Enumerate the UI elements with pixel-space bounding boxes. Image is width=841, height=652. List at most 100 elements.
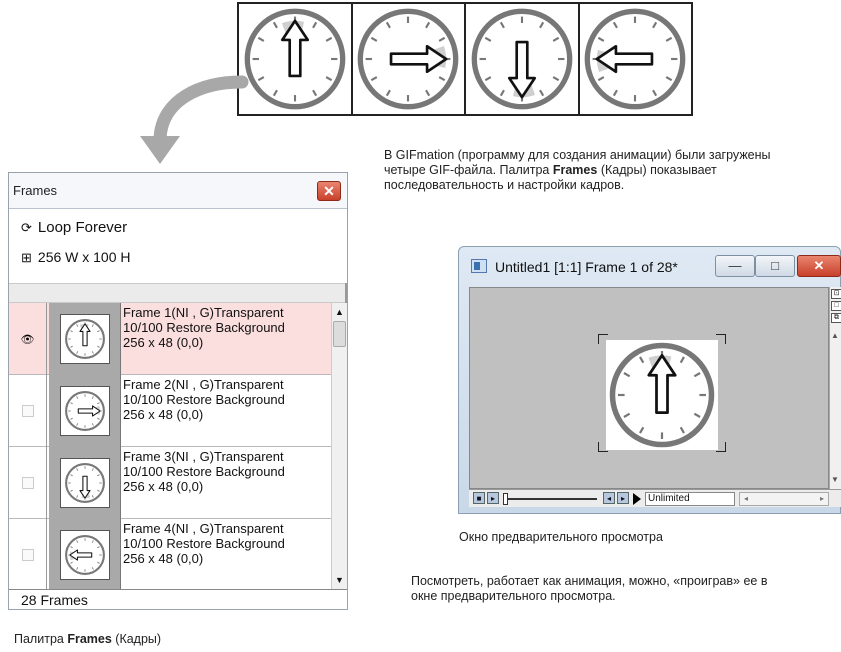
dimensions-icon: ⊞ bbox=[21, 250, 32, 265]
slider-knob[interactable] bbox=[503, 493, 508, 505]
frame-thumbnail bbox=[49, 303, 121, 375]
frames-palette-titlebar[interactable]: Frames ✕ bbox=[9, 173, 347, 209]
clock-up-icon bbox=[609, 342, 715, 448]
frame-row[interactable]: Frame 4(NI , G)Transparent 10/100 Restor… bbox=[9, 519, 331, 589]
visibility-toggle[interactable] bbox=[9, 375, 47, 447]
canvas-size-setting[interactable]: ⊞ 256 W x 100 H bbox=[21, 249, 131, 266]
scroll-down-icon[interactable]: ▼ bbox=[332, 573, 347, 587]
frames-footer: 28 Frames bbox=[9, 589, 347, 609]
preview-side-scrollbar[interactable]: ⊡ □ ⧉ ▲ ▼ bbox=[829, 287, 841, 489]
frame-dimensions: 256 x 48 (0,0) bbox=[123, 335, 204, 350]
scroll-left-icon[interactable]: ◂ bbox=[744, 494, 748, 503]
preview-canvas bbox=[469, 287, 829, 489]
loop-mode-field[interactable]: Unlimited bbox=[645, 492, 735, 506]
checkbox-icon bbox=[21, 477, 34, 489]
visibility-toggle[interactable] bbox=[9, 447, 47, 519]
visibility-toggle[interactable] bbox=[9, 519, 47, 589]
preview-title: Untitled1 [1:1] Frame 1 of 28* bbox=[495, 259, 678, 275]
horizontal-scrollbar[interactable]: ◂ ▸ bbox=[739, 492, 829, 506]
frame-info: Frame 3(NI , G)Transparent 10/100 Restor… bbox=[123, 449, 329, 494]
frame-dimensions: 256 x 48 (0,0) bbox=[123, 407, 204, 422]
frame-row[interactable]: Frame 3(NI , G)Transparent 10/100 Restor… bbox=[9, 447, 331, 519]
next-frame-icon[interactable]: ▸ bbox=[617, 492, 629, 504]
close-icon: ✕ bbox=[323, 183, 335, 199]
minimize-button[interactable]: — bbox=[715, 255, 755, 277]
scroll-down-icon[interactable]: ▼ bbox=[831, 475, 839, 484]
palette-caption-pre: Палитра bbox=[14, 632, 68, 646]
clock-right-icon bbox=[357, 8, 459, 110]
frame-count: 28 Frames bbox=[21, 592, 88, 608]
frame-timing: 10/100 Restore Background bbox=[123, 392, 285, 407]
palette-caption-post: (Кадры) bbox=[111, 632, 162, 646]
clock-down-icon bbox=[471, 8, 573, 110]
scroll-thumb[interactable] bbox=[333, 321, 346, 347]
scroll-up-icon[interactable]: ▲ bbox=[332, 305, 347, 319]
frame-info: Frame 4(NI , G)Transparent 10/100 Restor… bbox=[123, 521, 329, 566]
stop-icon[interactable]: ■ bbox=[473, 492, 485, 504]
frames-list: 👁 Frame 1(NI , G)Transparent 10/100 Rest… bbox=[9, 303, 331, 589]
playback-toolbar: ■ ▸ ◂ ▸ Unlimited ◂ ▸ bbox=[469, 489, 841, 507]
eye-icon: 👁 bbox=[20, 333, 35, 346]
frames-scrollbar[interactable]: ▲ ▼ bbox=[331, 303, 347, 589]
maximize-icon: □ bbox=[771, 258, 779, 273]
frame-thumbnail bbox=[49, 519, 121, 589]
frame-title: Frame 2(NI , G)Transparent bbox=[123, 377, 284, 392]
previous-frame-icon[interactable]: ◂ bbox=[603, 492, 615, 504]
visibility-toggle[interactable]: 👁 bbox=[9, 303, 47, 375]
loop-setting[interactable]: ⟳ Loop Forever bbox=[21, 219, 127, 236]
canvas-size-label: 256 W x 100 H bbox=[37, 249, 131, 265]
frame-clock-icon bbox=[64, 463, 105, 503]
close-button[interactable]: ✕ bbox=[317, 181, 341, 201]
frame-thumbnail bbox=[49, 375, 121, 447]
preview-image bbox=[606, 340, 718, 450]
animation-frames-strip bbox=[237, 2, 693, 116]
scroll-up-icon[interactable]: ▲ bbox=[831, 331, 839, 340]
view-mode-icon[interactable]: □ bbox=[831, 301, 841, 311]
annotation-intro: В GIFmation (программу для создания аним… bbox=[384, 148, 774, 193]
annotation-play: Посмотреть, работает как анимация, можно… bbox=[411, 574, 768, 603]
frame-slider[interactable] bbox=[505, 498, 597, 500]
palette-divider bbox=[9, 283, 347, 303]
checkbox-icon bbox=[21, 405, 34, 417]
frame-title: Frame 1(NI , G)Transparent bbox=[123, 305, 284, 320]
frame-timing: 10/100 Restore Background bbox=[123, 320, 285, 335]
frame-clock-icon bbox=[64, 391, 105, 431]
annotation-intro-bold: Frames bbox=[552, 163, 598, 177]
frame-timing: 10/100 Restore Background bbox=[123, 464, 285, 479]
palette-divider-handle bbox=[345, 283, 347, 303]
checkbox-icon bbox=[21, 549, 34, 561]
view-mode-icon[interactable]: ⧉ bbox=[831, 313, 841, 323]
frame-title: Frame 4(NI , G)Transparent bbox=[123, 521, 284, 536]
frame-dimensions: 256 x 48 (0,0) bbox=[123, 479, 204, 494]
frame-title: Frame 3(NI , G)Transparent bbox=[123, 449, 284, 464]
minimize-icon: — bbox=[728, 258, 742, 273]
frame-clock-icon bbox=[64, 535, 105, 575]
frame-thumbnail bbox=[49, 447, 121, 519]
curved-arrow-icon bbox=[140, 75, 249, 164]
view-mode-icon[interactable]: ⊡ bbox=[831, 289, 841, 299]
frame-clock-icon bbox=[64, 319, 105, 359]
document-icon bbox=[471, 259, 487, 273]
clock-frame bbox=[353, 4, 466, 114]
frames-palette-window: Frames ✕ ⟳ Loop Forever ⊞ 256 W x 100 H 👁 … bbox=[8, 172, 348, 610]
maximize-button[interactable]: □ bbox=[755, 255, 795, 277]
frame-row[interactable]: 👁 Frame 1(NI , G)Transparent 10/100 Rest… bbox=[9, 303, 331, 375]
frame-info: Frame 1(NI , G)Transparent 10/100 Restor… bbox=[123, 305, 329, 350]
preview-caption: Окно предварительного просмотра bbox=[459, 530, 663, 544]
clock-frame bbox=[580, 4, 692, 114]
play-icon[interactable] bbox=[633, 493, 641, 505]
refresh-icon: ⟳ bbox=[21, 220, 32, 235]
clock-left-icon bbox=[584, 8, 686, 110]
frame-dimensions: 256 x 48 (0,0) bbox=[123, 551, 204, 566]
close-button[interactable]: ✕ bbox=[797, 255, 841, 277]
frame-info: Frame 2(NI , G)Transparent 10/100 Restor… bbox=[123, 377, 329, 422]
frame-row[interactable]: Frame 2(NI , G)Transparent 10/100 Restor… bbox=[9, 375, 331, 447]
clock-frame bbox=[466, 4, 580, 114]
palette-caption-bold: Frames bbox=[67, 632, 112, 646]
scroll-right-icon[interactable]: ▸ bbox=[820, 494, 824, 503]
step-icon[interactable]: ▸ bbox=[487, 492, 499, 504]
clock-frame bbox=[239, 4, 353, 114]
preview-window: Untitled1 [1:1] Frame 1 of 28* — □ ✕ ⊡ □… bbox=[458, 246, 841, 514]
frames-palette-title: Frames bbox=[13, 183, 58, 198]
frame-timing: 10/100 Restore Background bbox=[123, 536, 285, 551]
